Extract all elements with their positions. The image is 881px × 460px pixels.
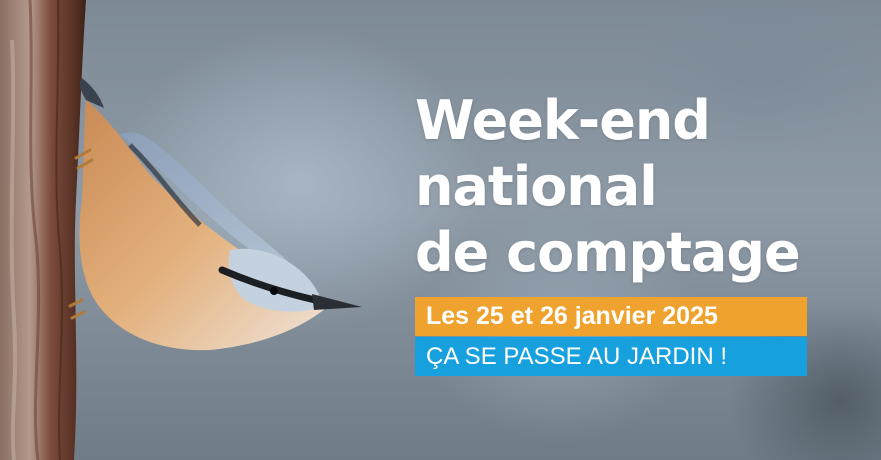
headline-line-1: Week-end <box>415 89 711 152</box>
headline: Week-end national de comptage <box>415 88 801 286</box>
headline-line-3: de comptage <box>415 221 801 284</box>
slogan-banner: ÇA SE PASSE AU JARDIN ! <box>415 337 807 376</box>
date-banner: Les 25 et 26 janvier 2025 <box>415 297 807 336</box>
headline-line-2: national <box>415 155 658 218</box>
event-banner: Week-end national de comptage Les 25 et … <box>0 0 881 460</box>
